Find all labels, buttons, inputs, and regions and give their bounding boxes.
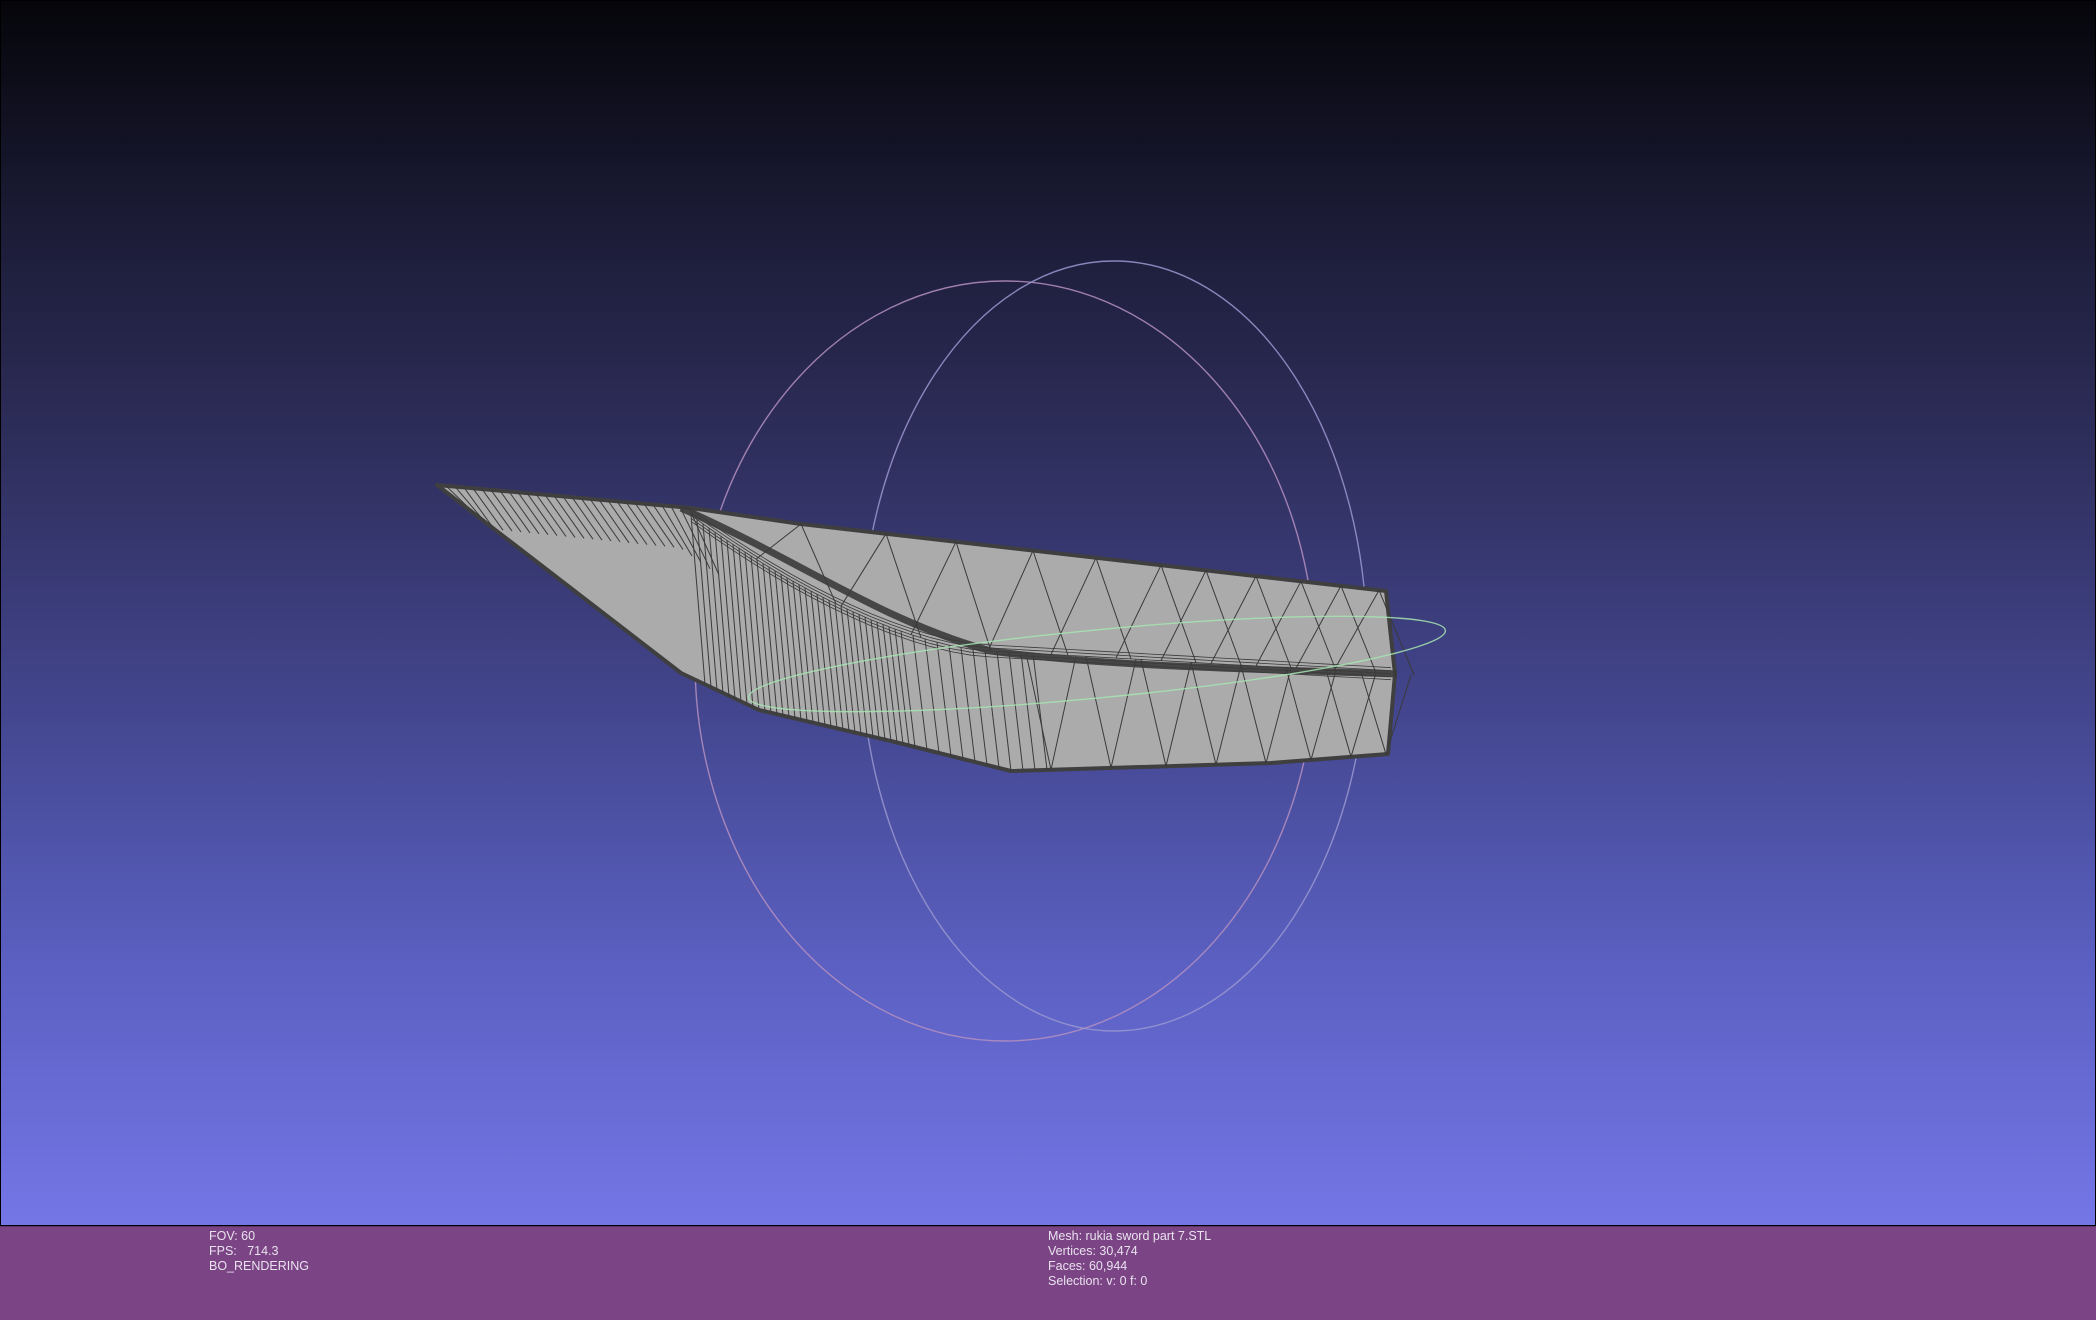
faces-label: Faces: 60,944 [1048, 1259, 1128, 1273]
status-bar: FOV: 60 FPS: 714.3 BO_RENDERING Mesh: ru… [0, 1226, 2096, 1320]
render-info: FOV: 60 FPS: 714.3 BO_RENDERING [209, 1229, 309, 1274]
render-mode-label: BO_RENDERING [209, 1259, 310, 1273]
selection-label: Selection: v: 0 f: 0 [1048, 1274, 1148, 1288]
vertices-label: Vertices: 30,474 [1048, 1244, 1138, 1258]
mesh-scene[interactable] [1, 1, 2096, 1226]
mesh-name-label: Mesh: rukia sword part 7.STL [1048, 1229, 1212, 1243]
fps-label: FPS: 714.3 [209, 1244, 279, 1258]
3d-viewport[interactable] [0, 0, 2096, 1226]
fov-label: FOV: 60 [209, 1229, 256, 1243]
mesh-info: Mesh: rukia sword part 7.STL Vertices: 3… [1048, 1229, 1211, 1289]
mesh-model[interactable] [435, 483, 1415, 773]
